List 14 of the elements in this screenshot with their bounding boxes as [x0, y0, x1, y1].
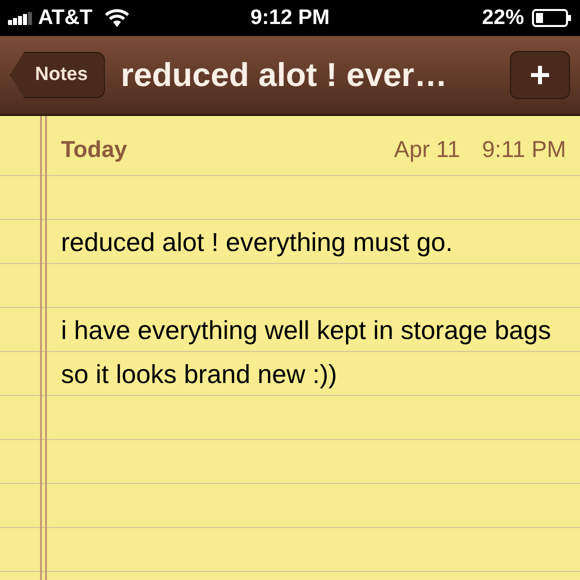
note-title: reduced alot ! ever… [120, 55, 448, 96]
add-button[interactable]: + [510, 51, 570, 99]
note-time: 9:11 PM [482, 134, 566, 164]
note-paragraph: i have everything well kept in storage bags so it looks brand new :)) [61, 314, 552, 391]
battery-icon [532, 9, 572, 27]
note-date: Apr 11 [394, 134, 460, 164]
date-heading: Today [61, 134, 128, 164]
carrier-name: AT&T [38, 5, 92, 32]
wifi-icon [104, 8, 130, 28]
back-button[interactable]: Notes [10, 52, 105, 98]
battery-percent: 22% [482, 5, 524, 32]
clock-time: 9:12 PM [250, 5, 330, 32]
signal-icon [8, 11, 34, 25]
note-paragraph: reduced alot ! everything must go. [61, 226, 454, 259]
